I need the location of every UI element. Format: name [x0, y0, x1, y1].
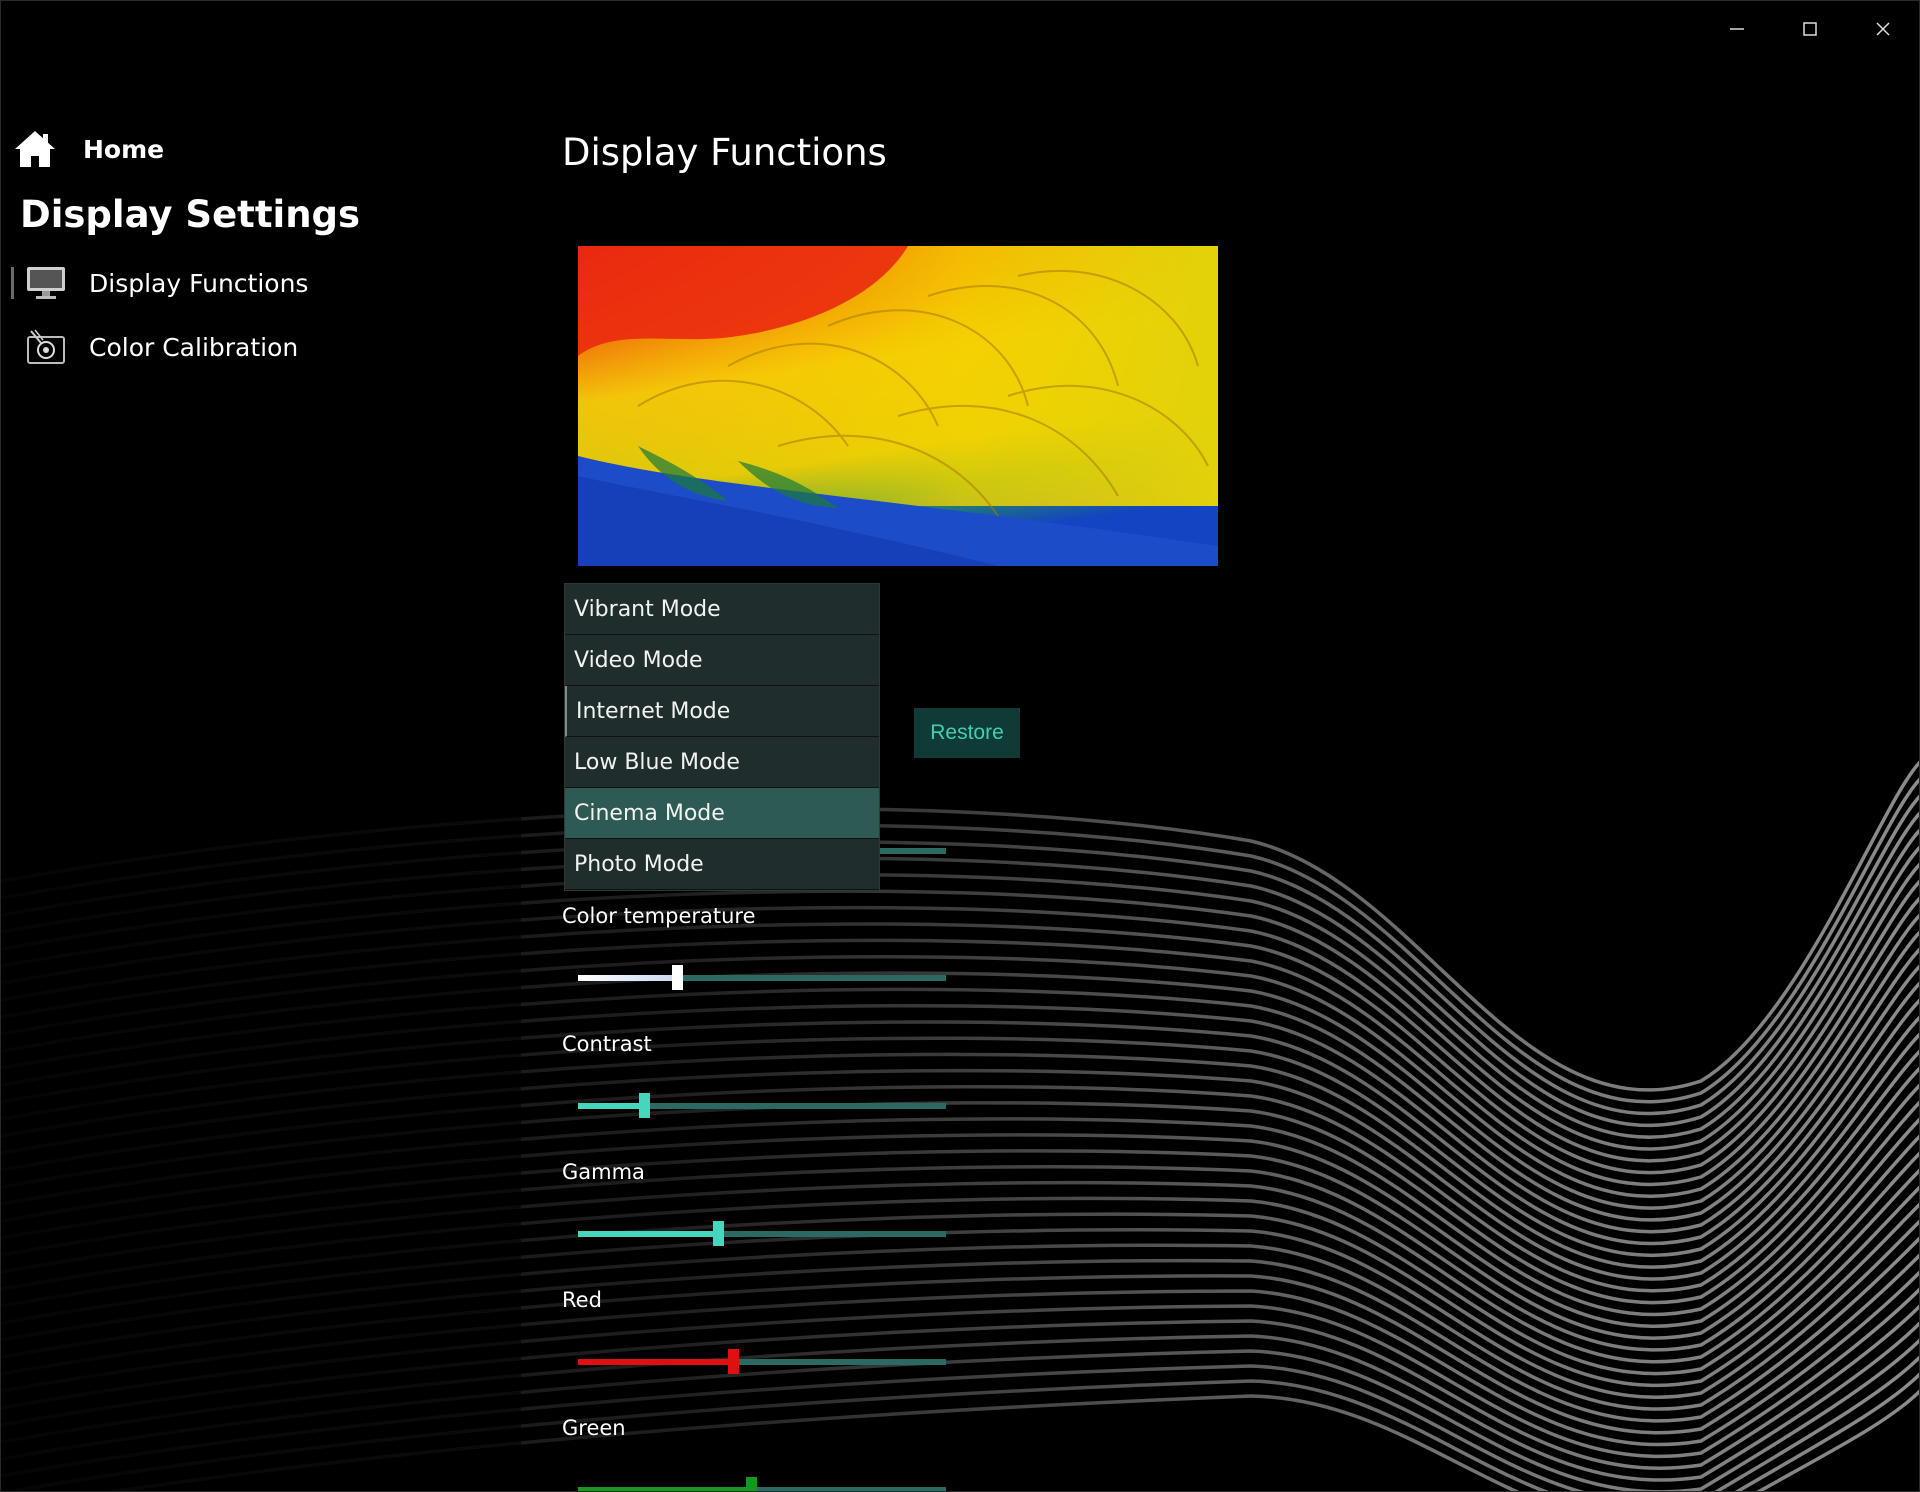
- close-icon: [1875, 22, 1890, 36]
- wave-line: [1, 1338, 1919, 1491]
- title-bar-controls: [1700, 1, 1919, 57]
- wave-line: [1, 947, 1919, 1222]
- slider-thumb[interactable]: [639, 1093, 651, 1118]
- wave-line: [1, 845, 1919, 1151]
- slider-thumb[interactable]: [712, 1221, 724, 1246]
- wave-line: [1, 1049, 1919, 1293]
- wave-line: [2, 1372, 1919, 1491]
- monitor-icon: [27, 267, 65, 299]
- gamma-label: Gamma: [562, 1160, 645, 1184]
- sidebar-item-label: Display Functions: [89, 268, 309, 298]
- maximize-button[interactable]: [1773, 1, 1846, 57]
- slider-fill: [578, 975, 678, 981]
- home-label: Home: [83, 134, 165, 164]
- macaw-feathers-image: [578, 246, 1218, 566]
- dropdown-option-photo-mode[interactable]: Photo Mode: [565, 839, 879, 890]
- wave-line: [1, 1100, 1919, 1328]
- wave-line: [1, 1083, 1919, 1317]
- wave-line: [1, 998, 1919, 1257]
- dropdown-option-cinema-mode[interactable]: Cinema Mode: [565, 788, 879, 839]
- wave-line: [1, 1202, 1919, 1399]
- home-link[interactable]: Home: [13, 129, 164, 169]
- wave-line: [1, 794, 1919, 1116]
- wave-line: [1, 1015, 1919, 1269]
- wave-line: [1, 1185, 1919, 1388]
- home-icon: [13, 129, 57, 169]
- wave-line: [1, 1066, 1919, 1305]
- display-mode-dropdown[interactable]: Vibrant Mode Video Mode Internet Mode Lo…: [564, 583, 880, 891]
- wave-line: [1, 896, 1919, 1186]
- wave-line: [106, 1389, 1919, 1491]
- wave-line: [1, 777, 1919, 1104]
- slider-thumb[interactable]: [745, 1477, 757, 1491]
- color-temperature-slider[interactable]: [578, 963, 946, 991]
- wave-line: [1, 1134, 1919, 1352]
- contrast-label: Contrast: [562, 1032, 652, 1056]
- slider-fill: [578, 1103, 645, 1109]
- wave-line: [1, 1287, 1919, 1459]
- wave-line: [1, 879, 1919, 1175]
- wave-line: [1, 1355, 1919, 1491]
- minimize-button[interactable]: [1700, 1, 1773, 57]
- dropdown-option-video-mode[interactable]: Video Mode: [565, 635, 879, 686]
- minimize-icon: [1729, 28, 1744, 30]
- app-window: Home Display Settings Display Functions …: [0, 0, 1920, 1492]
- wave-line: [1, 1168, 1919, 1376]
- wave-line: [1, 1304, 1919, 1470]
- wave-line: [1, 760, 1919, 1092]
- slider-thumb[interactable]: [727, 1349, 739, 1374]
- wave-line: [1, 862, 1919, 1163]
- wave-line: [1, 913, 1919, 1198]
- sidebar-title: Display Settings: [20, 193, 361, 236]
- wave-line: [1, 828, 1919, 1139]
- wave-line: [1, 1117, 1919, 1340]
- sidebar-item-color-calibration[interactable]: Color Calibration: [11, 325, 298, 369]
- green-label: Green: [562, 1416, 626, 1440]
- restore-button[interactable]: Restore: [914, 708, 1020, 758]
- green-slider[interactable]: [578, 1475, 946, 1491]
- wave-line: [1, 1032, 1919, 1281]
- contrast-slider[interactable]: [578, 1091, 946, 1119]
- wave-line: [1, 1270, 1919, 1447]
- red-slider[interactable]: [578, 1347, 946, 1375]
- color-temperature-label: Color temperature: [562, 904, 756, 928]
- wave-line: [1, 1151, 1919, 1364]
- slider-fill: [578, 1231, 718, 1237]
- color-calibration-icon: [27, 329, 65, 364]
- slider-fill: [578, 1359, 733, 1365]
- slider-thumb[interactable]: [672, 965, 684, 990]
- dropdown-option-low-blue-mode[interactable]: Low Blue Mode: [565, 737, 879, 788]
- wave-line: [1, 811, 1919, 1127]
- wave-line: [1, 1236, 1919, 1423]
- page-title: Display Functions: [562, 131, 887, 174]
- wave-line: [1, 964, 1919, 1234]
- wave-line: [1, 981, 1919, 1246]
- wave-line: [1, 1253, 1919, 1435]
- brightness-slider-track-partial: [880, 848, 946, 854]
- wave-line: [1, 930, 1919, 1210]
- gamma-slider[interactable]: [578, 1219, 946, 1247]
- sidebar-item-label: Color Calibration: [89, 332, 299, 362]
- sidebar-item-display-functions[interactable]: Display Functions: [11, 261, 308, 305]
- wave-line: [1, 1219, 1919, 1411]
- red-label: Red: [562, 1288, 602, 1312]
- slider-fill: [578, 1487, 751, 1491]
- dropdown-option-internet-mode[interactable]: Internet Mode: [565, 686, 879, 737]
- wave-line: [1, 1321, 1919, 1482]
- close-button[interactable]: [1846, 1, 1919, 57]
- maximize-icon: [1802, 22, 1817, 36]
- dropdown-option-vibrant-mode[interactable]: Vibrant Mode: [565, 584, 879, 635]
